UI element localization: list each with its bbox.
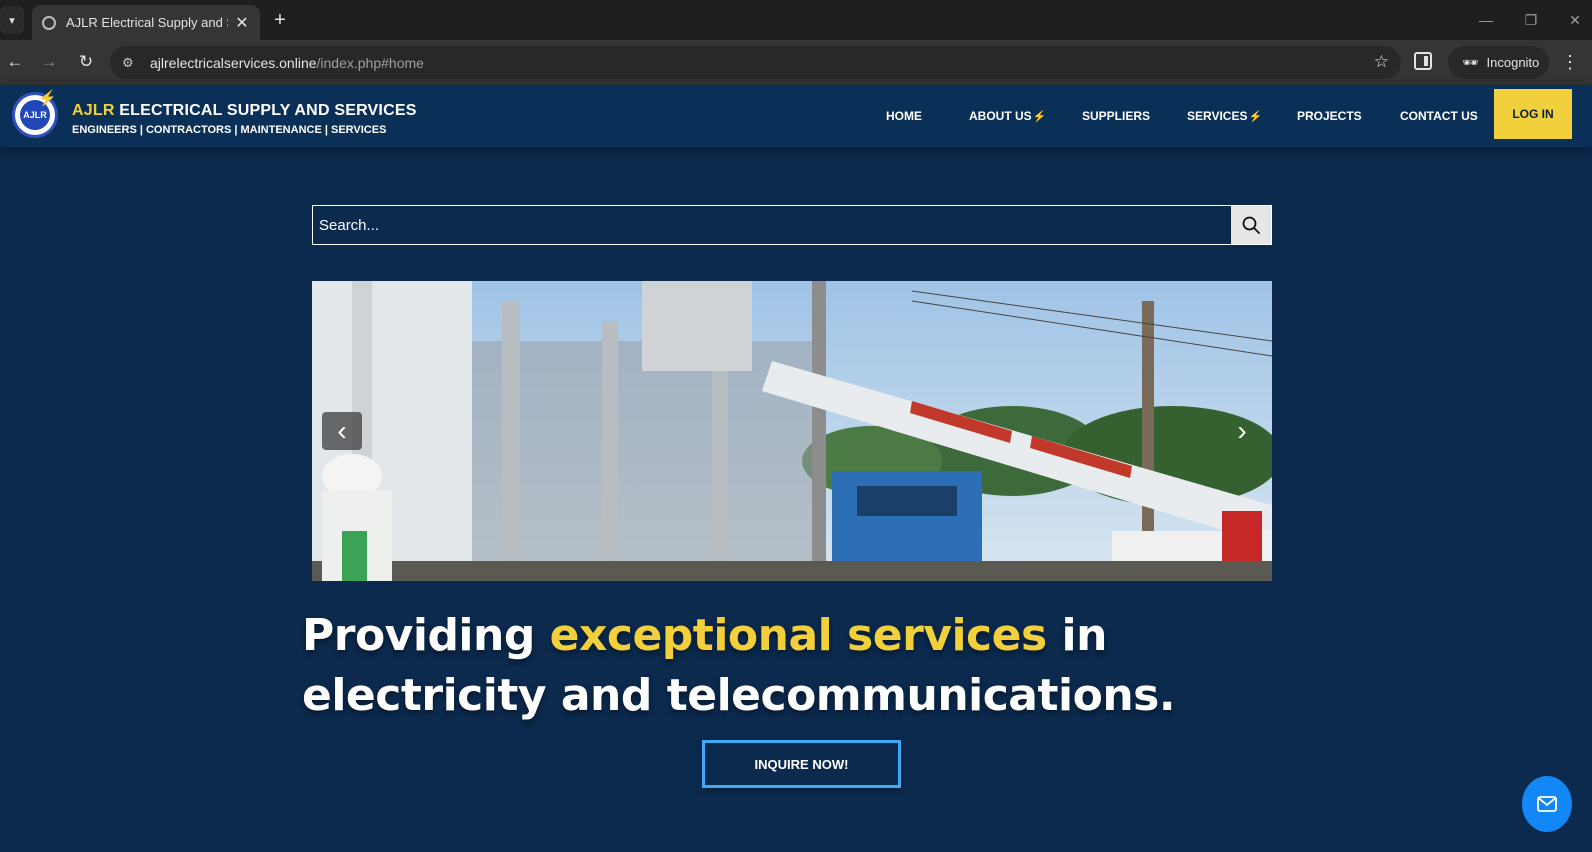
restore-icon[interactable]: ❐ xyxy=(1519,8,1543,32)
message-fab-button[interactable] xyxy=(1522,776,1572,832)
search-icon xyxy=(1242,216,1260,234)
reload-icon[interactable]: ↻ xyxy=(74,50,98,74)
side-panel-icon[interactable] xyxy=(1414,52,1432,70)
nav-services-label: SERVICES xyxy=(1187,109,1248,123)
lightning-icon: ⚡ xyxy=(38,90,57,107)
lightning-icon: ⚡ xyxy=(1032,110,1047,123)
hero-text-accent: exceptional services xyxy=(549,610,1048,661)
search-button[interactable] xyxy=(1231,206,1271,244)
search-bar xyxy=(312,205,1272,245)
minimize-icon[interactable]: — xyxy=(1474,8,1498,32)
new-tab-button[interactable]: + xyxy=(268,8,292,32)
nav-services[interactable]: SERVICES ⚡ xyxy=(1187,85,1262,147)
browser-tab-bar: ▾ AJLR Electrical Supply and Servi ✕ + —… xyxy=(0,0,1592,40)
carousel-prev-button[interactable]: ‹ xyxy=(322,412,362,450)
browser-toolbar: ← → ↻ ⚙ ajlrelectricalservices.online/in… xyxy=(0,40,1592,85)
nav-contact-us[interactable]: CONTACT US xyxy=(1400,85,1478,147)
hero-heading: Providing exceptional services in electr… xyxy=(302,606,1292,726)
brand-rest: ELECTRICAL SUPPLY AND SERVICES xyxy=(114,102,417,119)
incognito-indicator[interactable]: 🕶 Incognito xyxy=(1448,46,1549,79)
hero-carousel: ‹ › xyxy=(312,281,1272,581)
nav-suppliers[interactable]: SUPPLIERS xyxy=(1082,85,1150,147)
lightning-icon: ⚡ xyxy=(1248,110,1263,123)
site-info-icon[interactable]: ⚙ xyxy=(122,55,142,71)
tab-list-button[interactable]: ▾ xyxy=(0,6,24,34)
globe-icon xyxy=(42,15,56,30)
carousel-next-button[interactable]: › xyxy=(1222,412,1262,450)
bookmark-star-icon[interactable]: ☆ xyxy=(1374,52,1389,72)
browser-menu-icon[interactable]: ⋮ xyxy=(1560,50,1580,74)
incognito-label: Incognito xyxy=(1486,55,1540,70)
nav-home[interactable]: HOME xyxy=(886,85,922,147)
back-arrow-icon[interactable]: ← xyxy=(3,50,27,74)
address-bar[interactable]: ⚙ ajlrelectricalservices.online/index.ph… xyxy=(110,46,1401,79)
forward-arrow-icon[interactable]: → xyxy=(37,50,61,74)
site-header: AJLR ⚡ AJLR ELECTRICAL SUPPLY AND SERVIC… xyxy=(0,85,1592,147)
url-path: /index.php#home xyxy=(316,54,424,71)
search-input[interactable] xyxy=(313,206,1233,244)
nav-about-label: ABOUT US xyxy=(969,109,1032,123)
brand-accent: AJLR xyxy=(72,102,115,119)
hero-text-part1: Providing xyxy=(302,610,550,661)
company-logo[interactable]: AJLR ⚡ xyxy=(12,90,58,138)
login-button[interactable]: LOG IN xyxy=(1494,89,1572,139)
browser-tab[interactable]: AJLR Electrical Supply and Servi ✕ xyxy=(32,5,260,40)
tab-title: AJLR Electrical Supply and Servi xyxy=(66,15,228,30)
brand-tagline: ENGINEERS | CONTRACTORS | MAINTENANCE | … xyxy=(72,124,387,136)
nav-projects[interactable]: PROJECTS xyxy=(1297,85,1362,147)
url-domain: ajlrelectricalservices.online xyxy=(150,54,317,71)
mail-icon xyxy=(1537,796,1557,812)
brand-name: AJLR ELECTRICAL SUPPLY AND SERVICES xyxy=(72,102,417,120)
tab-close-icon[interactable]: ✕ xyxy=(234,13,250,33)
incognito-icon: 🕶 xyxy=(1462,54,1479,70)
carousel-slide-image xyxy=(312,281,1272,581)
window-close-icon[interactable]: ✕ xyxy=(1563,8,1587,32)
inquire-now-button[interactable]: INQUIRE NOW! xyxy=(702,740,901,788)
nav-about-us[interactable]: ABOUT US ⚡ xyxy=(969,85,1046,147)
